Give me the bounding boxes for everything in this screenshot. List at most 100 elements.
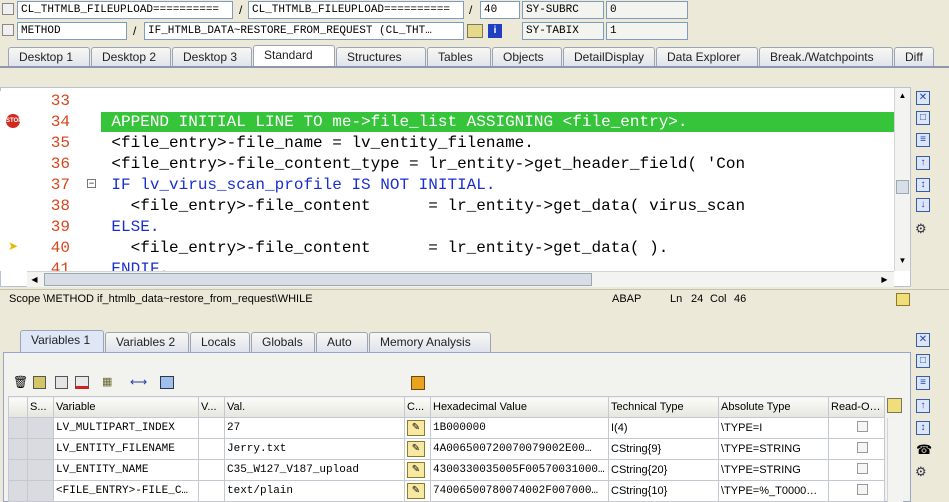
filter-icon[interactable] bbox=[160, 376, 174, 389]
change-cell[interactable]: ✎ bbox=[404, 417, 431, 439]
scroll-up-arrow-icon[interactable]: ▲ bbox=[896, 89, 909, 102]
column-header[interactable]: V... bbox=[198, 396, 225, 418]
column-settings-icon[interactable] bbox=[887, 398, 902, 413]
tech-type-cell: CString{20} bbox=[608, 459, 719, 481]
change-cell[interactable]: ✎ bbox=[404, 438, 431, 460]
value-cell[interactable]: 27 bbox=[224, 417, 405, 439]
change-cell[interactable]: ✎ bbox=[404, 459, 431, 481]
tab-detaildisplay[interactable]: DetailDisplay bbox=[563, 47, 655, 67]
tab-globals[interactable]: Globals bbox=[251, 332, 315, 352]
value-cell[interactable]: text/plain bbox=[224, 480, 405, 502]
column-header[interactable]: Hexadecimal Value bbox=[430, 396, 609, 418]
readonly-checkbox bbox=[857, 442, 868, 453]
row-selector[interactable] bbox=[8, 417, 28, 439]
row-selector[interactable] bbox=[8, 438, 28, 460]
value-cell[interactable]: C35_W127_V187_upload bbox=[224, 459, 405, 481]
column-header[interactable]: Val. bbox=[224, 396, 405, 418]
navigate-icon[interactable] bbox=[467, 24, 483, 38]
tab-objects[interactable]: Objects bbox=[492, 47, 562, 67]
status-bar: Scope \METHOD if_htmlb_data~restore_from… bbox=[0, 289, 949, 309]
tab-memory-analysis[interactable]: Memory Analysis bbox=[369, 332, 491, 352]
table-row[interactable]: <FILE_ENTRY>-FILE_C… text/plain ✎ 740065… bbox=[8, 480, 885, 502]
scroll-down-arrow-icon[interactable]: ▼ bbox=[896, 254, 909, 267]
tab-data-explorer[interactable]: Data Explorer bbox=[656, 47, 758, 67]
expand-icon[interactable]: ↕ bbox=[916, 421, 930, 435]
close-icon[interactable]: ✕ bbox=[916, 333, 930, 347]
tab-auto[interactable]: Auto bbox=[316, 332, 368, 352]
column-header[interactable]: Absolute Type bbox=[718, 396, 829, 418]
tech-type-cell: CString{10} bbox=[608, 480, 719, 502]
notes-icon[interactable] bbox=[896, 293, 910, 306]
delete-icon[interactable]: 🗑 bbox=[13, 376, 28, 389]
column-header[interactable]: Read-Only bbox=[828, 396, 885, 418]
sy-subrc-value: 0 bbox=[606, 1, 688, 19]
info-icon[interactable]: i bbox=[488, 24, 502, 38]
column-header[interactable]: C... bbox=[404, 396, 431, 418]
headset-icon[interactable]: ☎ bbox=[916, 443, 932, 457]
code-line: <file_entry>-file_name = lv_entity_filen… bbox=[73, 134, 534, 152]
change-cell[interactable]: ✎ bbox=[404, 480, 431, 502]
tab-tables[interactable]: Tables bbox=[427, 47, 491, 67]
table-row[interactable]: LV_ENTITY_NAME C35_W127_V187_upload ✎ 43… bbox=[8, 459, 885, 481]
event-type-field[interactable]: METHOD bbox=[17, 22, 127, 40]
table-icon[interactable] bbox=[55, 376, 68, 389]
table-row[interactable]: LV_ENTITY_FILENAME Jerry.txt ✎ 4A0065007… bbox=[8, 438, 885, 460]
close-icon[interactable]: ✕ bbox=[916, 91, 930, 105]
window-icon[interactable]: □ bbox=[916, 111, 930, 125]
edit-pencil-icon[interactable]: ✎ bbox=[407, 462, 425, 478]
align-top-icon[interactable]: ↑ bbox=[916, 399, 930, 413]
split-icon[interactable]: ≡ bbox=[916, 133, 930, 147]
align-top-icon[interactable]: ↑ bbox=[916, 156, 930, 170]
table-row[interactable]: LV_MULTIPART_INDEX 27 ✎ 1B000000 I(4) \T… bbox=[8, 417, 885, 439]
tab-desktop-3[interactable]: Desktop 3 bbox=[172, 47, 252, 67]
align-bottom-icon[interactable]: ↓ bbox=[916, 198, 930, 212]
program-field[interactable]: CL_THTMLB_FILEUPLOAD========== bbox=[17, 1, 233, 19]
save-icon[interactable] bbox=[411, 376, 425, 390]
hex-cell: 74006500780074002F007000… bbox=[430, 480, 609, 502]
row-selector[interactable] bbox=[8, 459, 28, 481]
table-red-icon[interactable] bbox=[75, 376, 89, 389]
breakpoint-stop-icon[interactable]: STOP bbox=[6, 114, 22, 128]
hscroll-thumb[interactable] bbox=[44, 273, 592, 286]
value-cell[interactable]: Jerry.txt bbox=[224, 438, 405, 460]
column-header[interactable]: Technical Type bbox=[608, 396, 719, 418]
split-icon[interactable]: ≡ bbox=[916, 376, 930, 390]
tab-locals[interactable]: Locals bbox=[190, 332, 250, 352]
include-field[interactable]: CL_THTMLB_FILEUPLOAD========== bbox=[248, 1, 464, 19]
move-icon[interactable]: ⟷ bbox=[130, 376, 147, 389]
window-icon[interactable]: □ bbox=[916, 354, 930, 368]
tab-structures[interactable]: Structures bbox=[336, 47, 426, 67]
edit-pencil-icon[interactable]: ✎ bbox=[407, 420, 425, 436]
settings-icon[interactable]: ⚙ bbox=[915, 222, 931, 236]
tab-desktop-2[interactable]: Desktop 2 bbox=[91, 47, 171, 67]
row-selector[interactable] bbox=[8, 480, 28, 502]
variable-cell[interactable]: LV_MULTIPART_INDEX bbox=[53, 417, 199, 439]
variable-cell[interactable]: LV_ENTITY_NAME bbox=[53, 459, 199, 481]
scroll-right-arrow-icon[interactable]: ▶ bbox=[878, 273, 891, 286]
horizontal-scrollbar[interactable]: ◀ ▶ bbox=[27, 271, 894, 287]
expand-icon[interactable]: ↕ bbox=[916, 178, 930, 192]
hex-cell: 4A006500720070079002E00… bbox=[430, 438, 609, 460]
line-field[interactable]: 40 bbox=[480, 1, 520, 19]
variable-cell[interactable]: LV_ENTITY_FILENAME bbox=[53, 438, 199, 460]
edit-pencil-icon[interactable]: ✎ bbox=[407, 483, 425, 499]
tab-diff[interactable]: Diff bbox=[894, 47, 934, 67]
event-field[interactable]: IF_HTMLB_DATA~RESTORE_FROM_REQUEST (CL_T… bbox=[144, 22, 464, 40]
grid-vertical-scrollbar[interactable] bbox=[887, 418, 903, 502]
scroll-thumb[interactable] bbox=[896, 180, 909, 194]
column-header[interactable]: S... bbox=[27, 396, 54, 418]
variable-cell[interactable]: <FILE_ENTRY>-FILE_C… bbox=[53, 480, 199, 502]
tab-standard[interactable]: Standard bbox=[253, 45, 335, 67]
edit-pencil-icon[interactable]: ✎ bbox=[407, 441, 425, 457]
settings-icon[interactable]: ⚙ bbox=[915, 465, 931, 479]
tab-variables-2[interactable]: Variables 2 bbox=[105, 332, 189, 352]
tab-variables-1[interactable]: Variables 1 bbox=[20, 330, 104, 352]
tab-desktop-1[interactable]: Desktop 1 bbox=[8, 47, 90, 67]
vertical-scrollbar[interactable]: ▲ ▼ bbox=[894, 88, 910, 271]
hierarchy-icon[interactable]: ▦ bbox=[102, 376, 118, 389]
scroll-left-arrow-icon[interactable]: ◀ bbox=[28, 273, 41, 286]
tab-breakpoints[interactable]: Break./Watchpoints bbox=[759, 47, 893, 67]
table-icon[interactable] bbox=[33, 376, 46, 389]
row-selector-header[interactable] bbox=[8, 396, 28, 418]
column-header[interactable]: Variable bbox=[53, 396, 199, 418]
